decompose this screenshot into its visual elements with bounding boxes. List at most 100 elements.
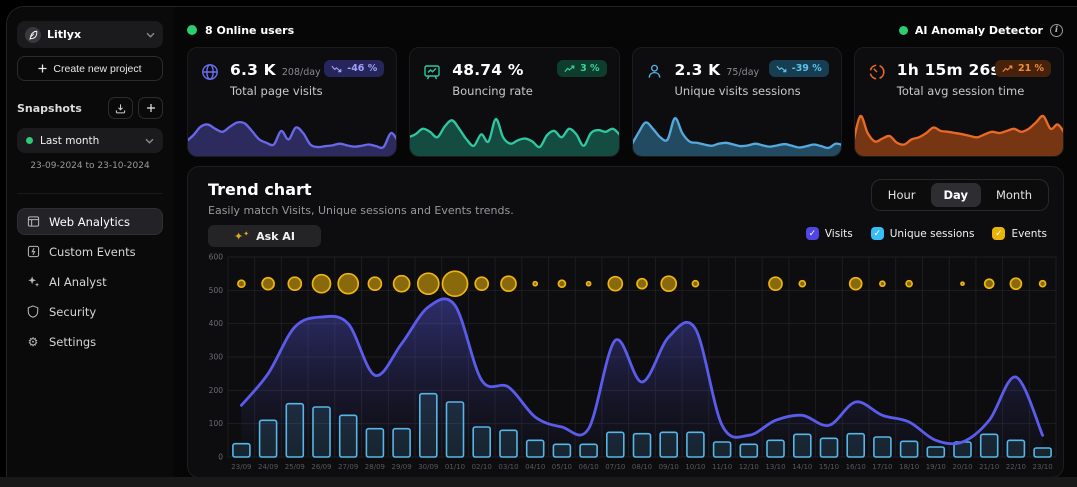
stat-label: Total page visits: [230, 84, 383, 98]
sidebar: Litlyx Create new project Snapshots Last…: [7, 7, 173, 477]
sidebar-item-web-analytics[interactable]: Web Analytics: [17, 208, 163, 235]
stat-rate: 75/day: [726, 67, 759, 78]
legend-events[interactable]: ✓ Events: [992, 227, 1047, 240]
svg-text:10/10: 10/10: [685, 463, 705, 471]
snapshot-date-range: 23-09-2024 to 23-10-2024: [17, 161, 163, 171]
sparkles-icon: ✦✦: [234, 230, 249, 243]
svg-text:06/10: 06/10: [579, 463, 599, 471]
svg-text:24/09: 24/09: [258, 463, 278, 471]
svg-text:17/10: 17/10: [872, 463, 892, 471]
trend-down-icon: [331, 65, 342, 73]
stat-rate: 208/day: [282, 67, 321, 78]
web-analytics-icon: [26, 215, 40, 228]
stat-value: 48.74 %: [452, 61, 523, 79]
svg-text:15/10: 15/10: [819, 463, 839, 471]
trend-badge: 21 %: [995, 60, 1051, 77]
plus-icon: [38, 64, 47, 73]
stat-card-bouncing-rate: 48.74 % Bouncing rate 3 %: [409, 47, 619, 157]
svg-text:22/10: 22/10: [1006, 463, 1026, 471]
create-project-button[interactable]: Create new project: [17, 56, 163, 81]
svg-text:18/10: 18/10: [899, 463, 919, 471]
info-icon[interactable]: i: [1050, 24, 1063, 37]
stat-card-unique-sessions: 2.3 K 75/day Unique visits sessions -39 …: [632, 47, 842, 157]
globe-icon: [201, 61, 221, 98]
trend-badge: 3 %: [557, 60, 606, 77]
trend-chart: 010020030040050060023/0924/0925/0926/092…: [198, 245, 1062, 475]
trend-up-icon: [1002, 65, 1013, 73]
stat-label: Total avg session time: [897, 84, 1050, 98]
tab-day[interactable]: Day: [931, 183, 981, 207]
sparkline-bouncing-rate: [410, 102, 618, 156]
snapshot-add-button[interactable]: [138, 97, 163, 119]
monitor-chart-icon: [423, 61, 443, 98]
litlyx-logo-icon: [25, 27, 41, 43]
svg-text:29/09: 29/09: [392, 463, 412, 471]
snapshot-status-dot: [26, 137, 33, 144]
ask-ai-button[interactable]: ✦✦ Ask AI: [208, 225, 321, 247]
svg-text:19/10: 19/10: [926, 463, 946, 471]
svg-text:21/10: 21/10: [979, 463, 999, 471]
snapshot-range-select[interactable]: Last month: [17, 128, 163, 153]
sidebar-item-ai-analyst[interactable]: AI Analyst: [17, 268, 163, 295]
legend-unique-sessions[interactable]: ✓ Unique sessions: [871, 227, 975, 240]
online-dot: [187, 25, 197, 35]
sidebar-item-custom-events[interactable]: Custom Events: [17, 238, 163, 265]
svg-text:23/10: 23/10: [1033, 463, 1053, 471]
sparkline-session-time: [855, 102, 1063, 156]
svg-text:28/09: 28/09: [365, 463, 385, 471]
svg-text:30/09: 30/09: [418, 463, 438, 471]
stat-label: Bouncing rate: [452, 84, 605, 98]
svg-text:0: 0: [218, 453, 223, 462]
person-icon: [646, 61, 666, 98]
svg-text:13/10: 13/10: [765, 463, 785, 471]
custom-events-icon: [26, 245, 40, 258]
project-switcher[interactable]: Litlyx: [17, 21, 163, 48]
stat-card-avg-session-time: 1h 15m 26s Total avg session time 21 %: [854, 47, 1064, 157]
download-icon: [115, 103, 126, 114]
svg-text:26/09: 26/09: [311, 463, 331, 471]
svg-text:20/10: 20/10: [952, 463, 972, 471]
main-area: 8 Online users AI Anomaly Detector i 6.3…: [179, 7, 1077, 477]
svg-text:23/09: 23/09: [231, 463, 251, 471]
stat-value: 2.3 K: [675, 61, 721, 79]
timer-icon: [868, 61, 888, 98]
trend-title: Trend chart: [208, 180, 312, 199]
online-users: 8 Online users: [187, 24, 294, 37]
snapshots-label: Snapshots: [17, 102, 103, 115]
svg-text:25/09: 25/09: [285, 463, 305, 471]
sidebar-item-security[interactable]: Security: [17, 298, 163, 325]
svg-text:16/10: 16/10: [846, 463, 866, 471]
svg-text:08/10: 08/10: [632, 463, 652, 471]
trend-badge: -39 %: [769, 60, 829, 77]
window-bottom-edge: [0, 477, 1077, 487]
stat-value: 6.3 K: [230, 61, 276, 79]
stats-row: 6.3 K 208/day Total page visits -46 %: [187, 47, 1064, 157]
svg-text:05/10: 05/10: [552, 463, 572, 471]
ai-anomaly-detector: AI Anomaly Detector i: [899, 24, 1063, 37]
svg-text:14/10: 14/10: [792, 463, 812, 471]
shield-icon: [26, 305, 40, 318]
chart-legend: ✓ Visits ✓ Unique sessions ✓ Events: [806, 227, 1047, 240]
topbar: 8 Online users AI Anomaly Detector i: [187, 22, 1063, 38]
tab-month[interactable]: Month: [983, 183, 1045, 207]
svg-text:02/10: 02/10: [472, 463, 492, 471]
svg-text:07/10: 07/10: [605, 463, 625, 471]
svg-text:600: 600: [209, 253, 224, 262]
sidebar-item-settings[interactable]: ⚙ Settings: [17, 328, 163, 355]
snapshot-export-button[interactable]: [108, 97, 133, 119]
trend-up-icon: [564, 65, 575, 73]
stat-label: Unique visits sessions: [675, 84, 828, 98]
svg-text:01/10: 01/10: [445, 463, 465, 471]
tab-hour[interactable]: Hour: [875, 183, 929, 207]
legend-visits[interactable]: ✓ Visits: [806, 227, 853, 240]
svg-text:12/10: 12/10: [739, 463, 759, 471]
svg-text:100: 100: [209, 419, 224, 428]
project-name: Litlyx: [47, 28, 140, 41]
sparkline-unique-sessions: [633, 102, 841, 156]
svg-text:400: 400: [209, 319, 224, 328]
chevron-down-icon: [146, 32, 155, 38]
granularity-tabs: Hour Day Month: [871, 179, 1049, 211]
svg-text:04/10: 04/10: [525, 463, 545, 471]
app-window: Litlyx Create new project Snapshots Last…: [6, 6, 1077, 477]
svg-text:200: 200: [209, 386, 224, 395]
